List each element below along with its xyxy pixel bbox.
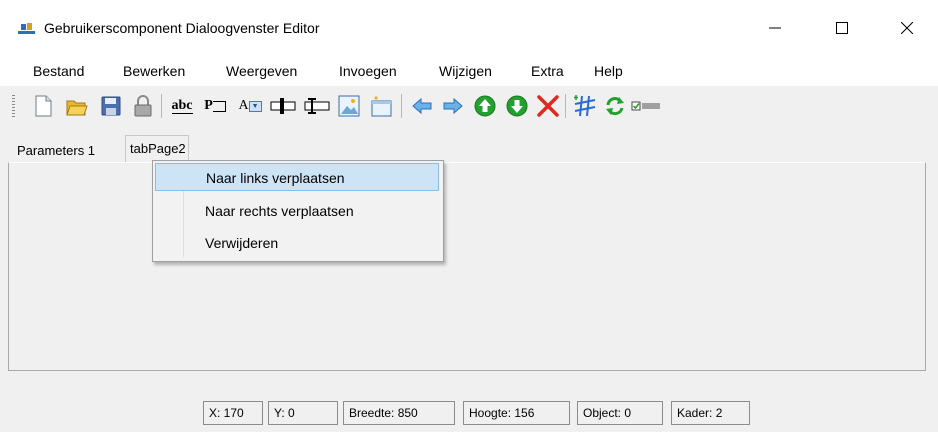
- move-up-button[interactable]: [472, 93, 498, 119]
- delete-button[interactable]: [535, 93, 561, 119]
- status-bar: X: 170 Y: 0 Breedte: 850 Hoogte: 156 Obj…: [0, 392, 938, 432]
- toolbar-separator: [161, 94, 162, 118]
- status-y: Y: 0: [268, 401, 338, 425]
- label-abc-icon: abc: [171, 97, 193, 114]
- image-button[interactable]: [336, 93, 362, 119]
- move-left-button[interactable]: [409, 93, 435, 119]
- menu-bewerken[interactable]: Bewerken: [123, 63, 185, 79]
- dropdown-a-icon: A ▼: [238, 98, 262, 114]
- menu-item-label: Verwijderen: [205, 235, 279, 251]
- menu-item-move-left[interactable]: Naar links verplaatsen: [155, 163, 439, 191]
- minimize-button[interactable]: [752, 10, 798, 46]
- menu-bar: Bestand Bewerken Weergeven Invoegen Wijz…: [0, 58, 938, 86]
- grid-icon: [574, 95, 596, 117]
- menu-extra[interactable]: Extra: [531, 63, 564, 79]
- textbox-button[interactable]: P: [200, 93, 230, 119]
- minimize-icon: [769, 27, 781, 29]
- tab-panel[interactable]: [8, 162, 926, 371]
- refresh-icon: [606, 97, 624, 116]
- checkbox-icon: [631, 101, 660, 111]
- open-button[interactable]: [64, 93, 90, 119]
- status-hoogte: Hoogte: 156: [463, 401, 570, 425]
- menu-item-label: Naar links verplaatsen: [206, 170, 345, 186]
- open-folder-icon: [66, 100, 88, 116]
- textbox-i-icon: [304, 98, 330, 114]
- move-down-button[interactable]: [504, 93, 530, 119]
- move-right-button[interactable]: [440, 93, 466, 119]
- tab-tabpage2[interactable]: tabPage2: [125, 135, 189, 163]
- status-breedte: Breedte: 850: [343, 401, 455, 425]
- status-x: X: 170: [203, 401, 263, 425]
- context-menu: Naar links verplaatsen Naar rechts verpl…: [152, 160, 444, 262]
- close-icon: [901, 22, 913, 34]
- title-bar: Gebruikerscomponent Dialoogvenster Edito…: [0, 0, 938, 58]
- panel-button[interactable]: [368, 93, 394, 119]
- menu-help[interactable]: Help: [594, 63, 623, 79]
- maximize-button[interactable]: [819, 10, 865, 46]
- app-icon: [18, 23, 35, 34]
- menu-weergeven[interactable]: Weergeven: [226, 63, 297, 79]
- lock-button[interactable]: [130, 93, 156, 119]
- menu-item-label: Naar rechts verplaatsen: [205, 203, 354, 219]
- delete-icon: [537, 95, 559, 117]
- text-input-button[interactable]: [302, 93, 332, 119]
- arrow-right-icon: [443, 97, 463, 115]
- image-icon: [338, 95, 360, 117]
- status-object: Object: 0: [577, 401, 663, 425]
- menu-invoegen[interactable]: Invoegen: [339, 63, 397, 79]
- toolbar-separator: [401, 94, 402, 118]
- tab-strip: Parameters 1 tabPage2: [0, 133, 938, 163]
- new-document-icon: [35, 95, 52, 117]
- label-button[interactable]: abc: [167, 93, 197, 119]
- save-icon: [101, 96, 121, 116]
- menu-bestand[interactable]: Bestand: [33, 63, 84, 79]
- refresh-button[interactable]: [602, 93, 628, 119]
- textbox-p-icon: P: [204, 98, 226, 114]
- toolbar-separator: [565, 94, 566, 118]
- new-button[interactable]: [30, 93, 56, 119]
- window-title: Gebruikerscomponent Dialoogvenster Edito…: [44, 20, 320, 36]
- status-kader: Kader: 2: [671, 401, 750, 425]
- menu-item-delete[interactable]: Verwijderen: [155, 229, 439, 257]
- tab-parameters-1[interactable]: Parameters 1: [17, 143, 95, 158]
- close-button[interactable]: [884, 10, 930, 46]
- maximize-icon: [836, 22, 848, 34]
- slider-icon: [270, 98, 296, 114]
- arrow-left-icon: [412, 97, 432, 115]
- tab-label: tabPage2: [130, 141, 186, 156]
- menu-wijzigen[interactable]: Wijzigen: [439, 63, 492, 79]
- checkbox-button[interactable]: [630, 93, 662, 119]
- slider-button[interactable]: [268, 93, 298, 119]
- lock-icon: [134, 95, 152, 117]
- toolbar-grip[interactable]: [12, 95, 15, 117]
- combobox-button[interactable]: A ▼: [235, 93, 265, 119]
- menu-item-move-right[interactable]: Naar rechts verplaatsen: [155, 197, 439, 225]
- arrow-up-icon: [474, 95, 496, 117]
- panel-icon: [371, 96, 392, 117]
- grid-button[interactable]: [572, 93, 598, 119]
- arrow-down-icon: [506, 95, 528, 117]
- save-button[interactable]: [98, 93, 124, 119]
- toolbar: abc P A ▼: [0, 87, 938, 125]
